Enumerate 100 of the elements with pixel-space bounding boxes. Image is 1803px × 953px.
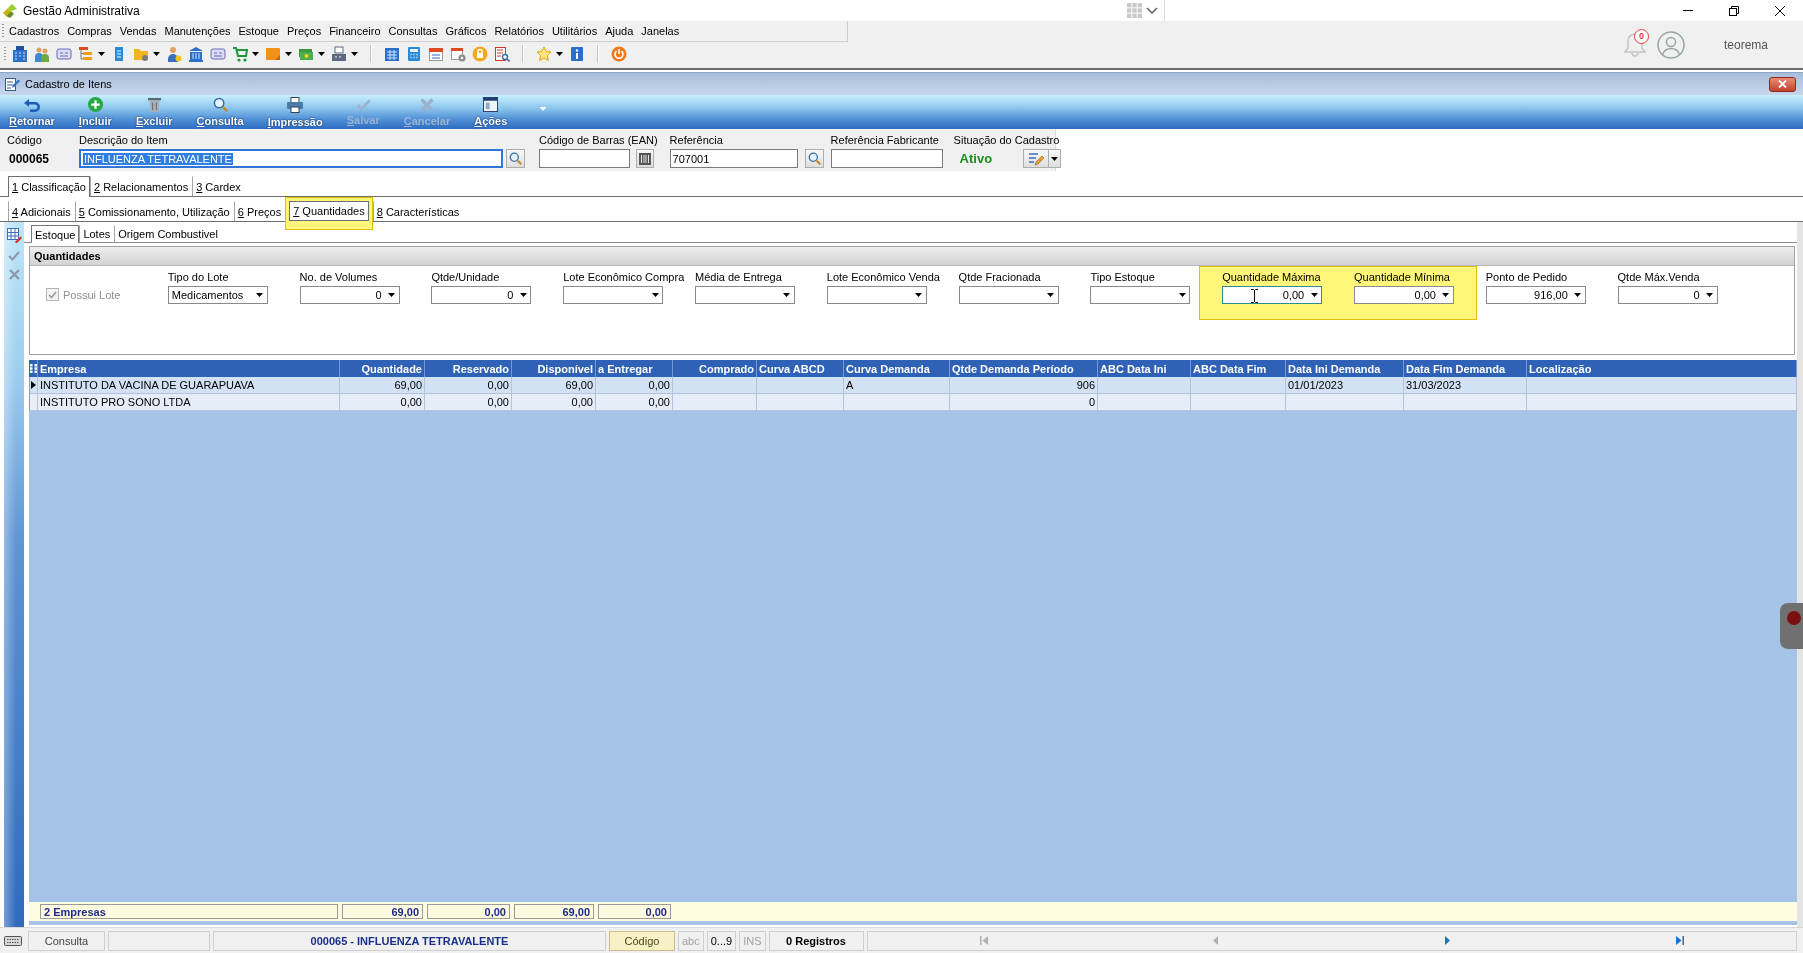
- caret-icon[interactable]: [783, 293, 791, 297]
- plus-circle-icon[interactable]: [87, 97, 103, 112]
- cross-icon[interactable]: [8, 269, 20, 280]
- dropdown-field[interactable]: 0: [431, 286, 532, 304]
- card-icon[interactable]: [210, 46, 226, 62]
- caret-icon[interactable]: [256, 293, 264, 297]
- close-icon[interactable]: [1775, 5, 1785, 16]
- menu-item[interactable]: Relatórios: [490, 21, 548, 41]
- dots-grid-icon[interactable]: [1127, 3, 1142, 18]
- menu-item[interactable]: Manutenções: [160, 21, 235, 41]
- info-icon[interactable]: [569, 46, 585, 62]
- caret-icon[interactable]: [153, 52, 160, 56]
- text-field[interactable]: 707001: [669, 149, 798, 168]
- delete-button[interactable]: Excluir: [135, 95, 173, 129]
- caret-icon[interactable]: [318, 52, 325, 56]
- tab[interactable]: 8 Características: [372, 201, 464, 221]
- calendar-gear-icon[interactable]: [450, 46, 466, 62]
- triangle-right-icon[interactable]: [1445, 936, 1451, 945]
- caret-icon[interactable]: [388, 293, 396, 297]
- caret-icon[interactable]: [1706, 293, 1714, 297]
- sort-field-button[interactable]: Código: [609, 930, 675, 951]
- menu-item[interactable]: Gráficos: [441, 21, 491, 41]
- caret-icon[interactable]: [1574, 293, 1582, 297]
- people-icon[interactable]: [34, 46, 50, 62]
- tab[interactable]: 3 Cardex: [192, 176, 245, 196]
- tab[interactable]: 5 Comissionamento, Utilização: [74, 201, 234, 221]
- dropdown-field[interactable]: [695, 286, 795, 304]
- caret-icon[interactable]: [556, 52, 563, 56]
- tab[interactable]: 1 Classificação: [8, 176, 90, 197]
- dropdown-field[interactable]: 0: [1617, 286, 1718, 304]
- caret-icon[interactable]: [351, 52, 358, 56]
- tab[interactable]: Estoque: [31, 225, 80, 243]
- tab[interactable]: 7 Quantidades: [289, 201, 369, 221]
- calendar-icon[interactable]: [384, 46, 400, 62]
- menu-item[interactable]: Consultas: [384, 21, 442, 41]
- grid-pencil-icon[interactable]: [6, 227, 22, 243]
- text-field[interactable]: INFLUENZA TETRAVALENTE: [79, 149, 503, 168]
- caret-icon[interactable]: [1047, 293, 1055, 297]
- user-avatar-icon[interactable]: [1656, 30, 1685, 59]
- cash-register-icon[interactable]: [331, 46, 347, 62]
- dots-icon[interactable]: [29, 364, 37, 373]
- text-field[interactable]: [830, 149, 943, 168]
- menu-item[interactable]: Vendas: [115, 21, 161, 41]
- keyboard-icon[interactable]: [4, 935, 22, 946]
- calendar-icon[interactable]: [428, 46, 444, 62]
- restore-icon[interactable]: [1729, 5, 1739, 16]
- text-field[interactable]: [539, 149, 630, 168]
- tab[interactable]: Origem Combustivel: [114, 225, 222, 242]
- menu-item[interactable]: Janelas: [637, 21, 684, 41]
- printer-icon[interactable]: [287, 96, 304, 113]
- bank-icon[interactable]: [188, 46, 204, 62]
- dropdown-field[interactable]: [563, 286, 664, 304]
- caret-icon[interactable]: [1442, 293, 1450, 297]
- menu-item[interactable]: Financeiro: [325, 21, 385, 41]
- menu-item[interactable]: Utilitários: [547, 21, 602, 41]
- menu-item[interactable]: Ajuda: [601, 21, 638, 41]
- caret-icon[interactable]: [1310, 293, 1318, 297]
- caret-icon[interactable]: [915, 293, 923, 297]
- skip-end-icon[interactable]: [1675, 936, 1684, 945]
- power-icon[interactable]: [611, 46, 627, 62]
- window-icon[interactable]: [483, 97, 499, 112]
- dropdown-field[interactable]: 0: [299, 286, 400, 304]
- chevron-icon[interactable]: [1146, 7, 1158, 14]
- add-button[interactable]: Incluir: [78, 95, 112, 129]
- actions-button[interactable]: Ações: [474, 95, 508, 129]
- caret-icon[interactable]: [519, 293, 527, 297]
- tab[interactable]: 4 Adicionais: [8, 201, 75, 221]
- caret-icon[interactable]: [651, 293, 659, 297]
- card-icon[interactable]: [56, 46, 72, 62]
- menu-item[interactable]: Preços: [282, 21, 326, 41]
- menu-item[interactable]: Compras: [63, 21, 116, 41]
- search-icon[interactable]: [212, 97, 228, 112]
- calculator-icon[interactable]: [406, 46, 422, 62]
- menu-item[interactable]: Estoque: [234, 21, 283, 41]
- dropdown-field[interactable]: [1090, 286, 1191, 304]
- dropdown-field[interactable]: 0,00: [1222, 286, 1323, 304]
- folder-icon[interactable]: [133, 46, 149, 62]
- report-search-icon[interactable]: [494, 46, 510, 62]
- trash-icon[interactable]: [147, 97, 161, 112]
- check-icon[interactable]: [8, 251, 20, 261]
- search-button[interactable]: Consulta: [196, 95, 244, 129]
- dropdown-field[interactable]: [826, 286, 927, 304]
- caret-icon[interactable]: [252, 52, 259, 56]
- tab[interactable]: 2 Relacionamentos: [90, 176, 193, 196]
- undo-arrow-icon[interactable]: [23, 97, 40, 112]
- tab[interactable]: Lotes: [79, 225, 115, 242]
- print-button[interactable]: Impressão: [267, 95, 323, 129]
- close-button[interactable]: [1769, 76, 1796, 92]
- dropdown-field[interactable]: 0,00: [1353, 286, 1454, 304]
- bars-icon[interactable]: [78, 46, 94, 62]
- menu-item[interactable]: Cadastros: [5, 21, 64, 41]
- person-icon[interactable]: [166, 46, 182, 62]
- building-icon[interactable]: [12, 46, 28, 62]
- side-tab-icon[interactable]: [1780, 603, 1803, 649]
- star-icon[interactable]: [536, 46, 552, 62]
- status-menu-button[interactable]: [1022, 149, 1061, 168]
- caret-icon[interactable]: [98, 52, 105, 56]
- caret-icon[interactable]: [1050, 156, 1058, 161]
- caret-icon[interactable]: [1178, 293, 1186, 297]
- bell-icon[interactable]: [1622, 31, 1647, 58]
